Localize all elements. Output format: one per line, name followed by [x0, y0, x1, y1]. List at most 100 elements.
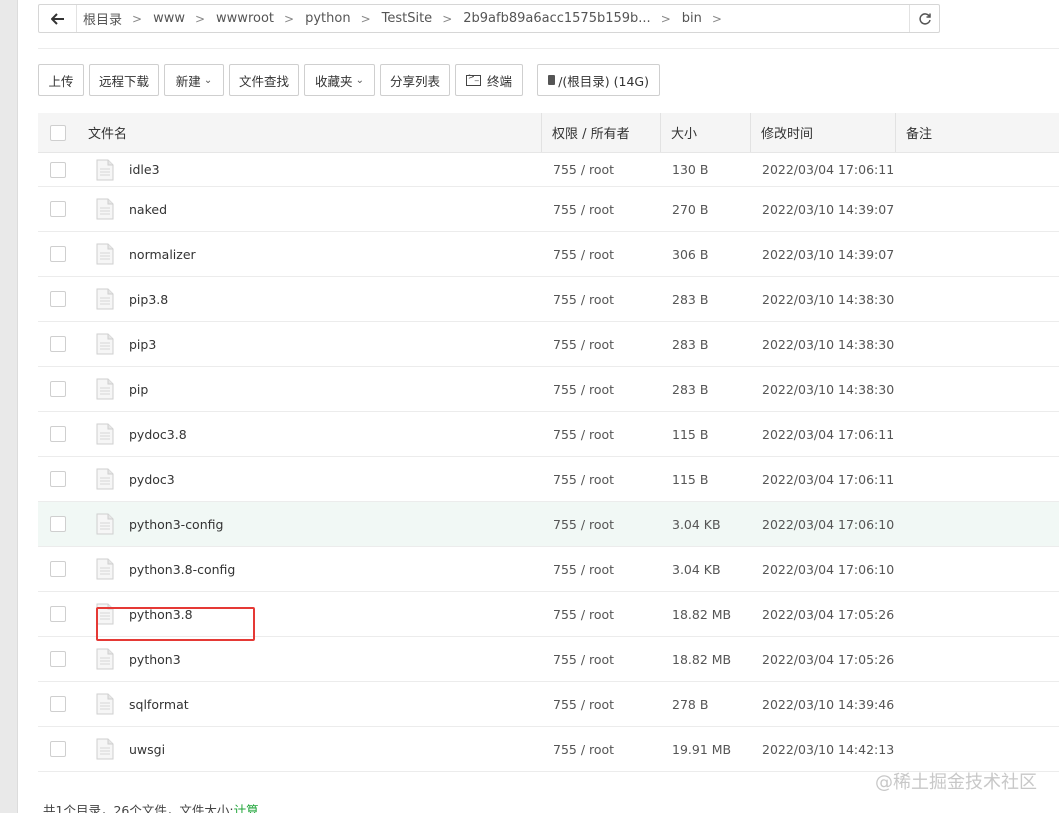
table-row[interactable]: python3.8-config 755 / root 3.04 KB 2022/03… [38, 547, 1059, 592]
file-name-cell[interactable]: python3.8 [80, 592, 542, 636]
file-name-cell[interactable]: uwsgi [80, 727, 542, 771]
file-name[interactable]: pydoc3 [129, 472, 175, 487]
permission-cell[interactable]: 755 / root [542, 592, 661, 636]
file-name-cell[interactable]: idle3 [80, 153, 542, 186]
row-checkbox[interactable] [50, 161, 66, 178]
file-name[interactable]: python3.8 [129, 607, 193, 622]
back-button[interactable] [39, 5, 77, 32]
permission-value[interactable]: 755 / root [553, 337, 614, 352]
note-cell[interactable] [896, 322, 1059, 366]
file-name[interactable]: normalizer [129, 247, 196, 262]
permission-value[interactable]: 755 / root [553, 292, 614, 307]
permission-value[interactable]: 755 / root [553, 697, 614, 712]
file-name[interactable]: idle3 [129, 162, 160, 177]
row-checkbox[interactable] [50, 336, 66, 352]
note-cell[interactable] [896, 637, 1059, 681]
file-name-cell[interactable]: pydoc3.8 [80, 412, 542, 456]
breadcrumb-item[interactable]: wwwroot > [216, 11, 305, 26]
table-row[interactable]: pydoc3 755 / root 115 B 2022/03/04 17:06:11 [38, 457, 1059, 502]
permission-cell[interactable]: 755 / root [542, 277, 661, 321]
file-name[interactable]: python3.8-config [129, 562, 235, 577]
table-row[interactable]: pydoc3.8 755 / root 115 B 2022/03/04 17:06:… [38, 412, 1059, 457]
file-name-cell[interactable]: pip [80, 367, 542, 411]
table-row[interactable]: pip3 755 / root 283 B 2022/03/10 14:38:30 [38, 322, 1059, 367]
row-checkbox[interactable] [50, 381, 66, 397]
note-cell[interactable] [896, 727, 1059, 771]
file-name[interactable]: uwsgi [129, 742, 165, 757]
header-permission[interactable]: 权限 / 所有者 [542, 113, 661, 152]
table-row[interactable]: python3.8 755 / root 18.82 MB 2022/03/04 17… [38, 592, 1059, 637]
file-name-cell[interactable]: python3 [80, 637, 542, 681]
permission-cell[interactable]: 755 / root [542, 637, 661, 681]
table-row[interactable]: pip 755 / root 283 B 2022/03/10 14:38:30 [38, 367, 1059, 412]
file-search-button[interactable]: 文件查找 [229, 64, 299, 96]
table-row[interactable]: sqlformat 755 / root 278 B 2022/03/10 14:39… [38, 682, 1059, 727]
row-checkbox[interactable] [50, 471, 66, 487]
note-cell[interactable] [896, 277, 1059, 321]
table-row[interactable]: python3-config 755 / root 3.04 KB 2022/03/0… [38, 502, 1059, 547]
permission-value[interactable]: 755 / root [553, 742, 614, 757]
select-all-checkbox[interactable] [50, 124, 66, 141]
permission-cell[interactable]: 755 / root [542, 153, 661, 186]
permission-cell[interactable]: 755 / root [542, 457, 661, 501]
table-row[interactable]: uwsgi 755 / root 19.91 MB 2022/03/10 14:42:… [38, 727, 1059, 772]
permission-value[interactable]: 755 / root [553, 427, 614, 442]
file-name-cell[interactable]: pip3 [80, 322, 542, 366]
file-name[interactable]: pip [129, 382, 148, 397]
row-checkbox[interactable] [50, 696, 66, 712]
table-row[interactable]: naked 755 / root 270 B 2022/03/10 14:39:07 [38, 187, 1059, 232]
breadcrumb-item[interactable]: bin > [682, 11, 733, 26]
row-checkbox[interactable] [50, 561, 66, 577]
permission-value[interactable]: 755 / root [553, 382, 614, 397]
share-list-button[interactable]: 分享列表 [380, 64, 450, 96]
file-name-cell[interactable]: naked [80, 187, 542, 231]
calculate-size-link[interactable]: 计算 [234, 803, 259, 813]
remote-download-button[interactable]: 远程下载 [89, 64, 159, 96]
terminal-button[interactable]: 终端 [455, 64, 523, 96]
disk-button[interactable]: /(根目录) (14G) [537, 64, 660, 96]
file-name[interactable]: python3-config [129, 517, 223, 532]
refresh-button[interactable] [909, 5, 939, 32]
file-name-cell[interactable]: python3.8-config [80, 547, 542, 591]
note-cell[interactable] [896, 367, 1059, 411]
row-checkbox[interactable] [50, 426, 66, 442]
row-checkbox[interactable] [50, 291, 66, 307]
permission-value[interactable]: 755 / root [553, 247, 614, 262]
row-checkbox[interactable] [50, 246, 66, 262]
file-name[interactable]: python3 [129, 652, 181, 667]
permission-value[interactable]: 755 / root [553, 162, 614, 177]
note-cell[interactable] [896, 232, 1059, 276]
new-dropdown-button[interactable]: 新建 ⌄ [164, 64, 224, 96]
permission-cell[interactable]: 755 / root [542, 187, 661, 231]
breadcrumb-item[interactable]: 根目录 > [83, 9, 153, 29]
file-name-cell[interactable]: pydoc3 [80, 457, 542, 501]
permission-value[interactable]: 755 / root [553, 472, 614, 487]
upload-button[interactable]: 上传 [38, 64, 84, 96]
permission-cell[interactable]: 755 / root [542, 682, 661, 726]
file-name-cell[interactable]: normalizer [80, 232, 542, 276]
note-cell[interactable] [896, 502, 1059, 546]
permission-cell[interactable]: 755 / root [542, 232, 661, 276]
row-checkbox[interactable] [50, 651, 66, 667]
row-checkbox[interactable] [50, 516, 66, 532]
row-checkbox[interactable] [50, 741, 66, 757]
header-modified-time[interactable]: 修改时间 [751, 113, 896, 152]
breadcrumb-item[interactable]: 2b9afb89a6acc1575b159b... > [463, 11, 682, 26]
note-cell[interactable] [896, 457, 1059, 501]
table-row[interactable]: pip3.8 755 / root 283 B 2022/03/10 14:38:30 [38, 277, 1059, 322]
row-checkbox[interactable] [50, 201, 66, 217]
note-cell[interactable] [896, 547, 1059, 591]
row-checkbox[interactable] [50, 606, 66, 622]
header-filename[interactable]: 文件名 [80, 113, 542, 152]
note-cell[interactable] [896, 412, 1059, 456]
file-name[interactable]: naked [129, 202, 167, 217]
note-cell[interactable] [896, 187, 1059, 231]
permission-cell[interactable]: 755 / root [542, 727, 661, 771]
breadcrumb-item[interactable]: python > [305, 11, 382, 26]
file-name-cell[interactable]: sqlformat [80, 682, 542, 726]
favorites-dropdown-button[interactable]: 收藏夹 ⌄ [304, 64, 375, 96]
file-name[interactable]: sqlformat [129, 697, 189, 712]
file-name[interactable]: pip3.8 [129, 292, 168, 307]
permission-cell[interactable]: 755 / root [542, 547, 661, 591]
note-cell[interactable] [896, 592, 1059, 636]
